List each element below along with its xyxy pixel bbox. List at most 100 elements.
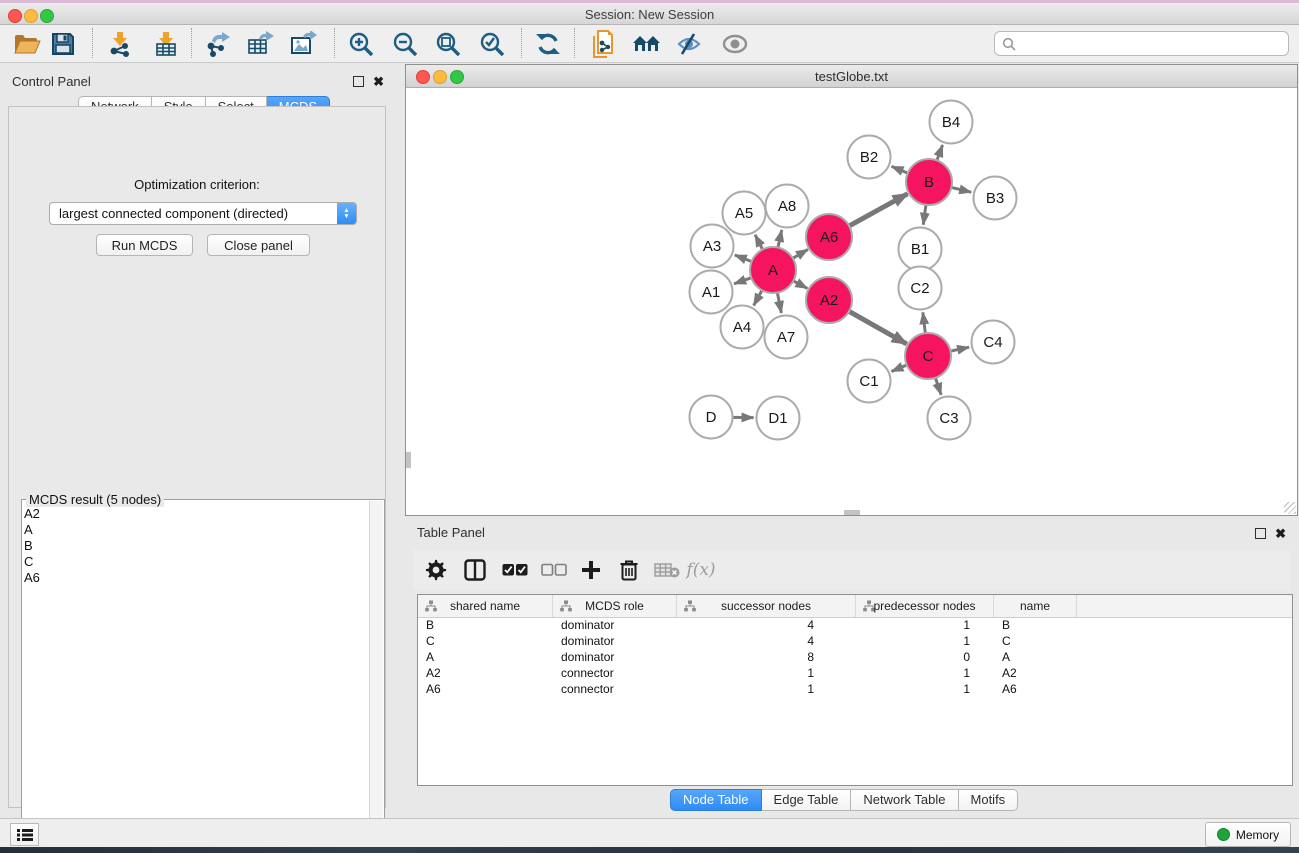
deselect-all-icon[interactable] — [538, 555, 570, 585]
result-list-item[interactable]: C — [24, 554, 40, 570]
split-columns-icon[interactable] — [459, 555, 491, 585]
graph-node-C[interactable]: C — [905, 333, 951, 379]
float-panel-icon[interactable] — [353, 74, 364, 92]
toolbar-separator — [521, 28, 522, 58]
node-table[interactable]: shared nameMCDS rolesuccessor nodesprede… — [417, 594, 1293, 786]
export-network-icon[interactable] — [201, 28, 235, 60]
zoom-fit-icon[interactable] — [431, 28, 465, 60]
graph-node-C3[interactable]: C3 — [928, 397, 971, 440]
close-panel-icon[interactable]: ✖ — [373, 73, 384, 91]
graph-node-B2[interactable]: B2 — [848, 136, 891, 179]
close-panel-button[interactable]: Close panel — [207, 234, 310, 256]
graph-edge-A-A4[interactable] — [754, 290, 763, 306]
hide-graphics-details-icon[interactable] — [673, 28, 707, 60]
graph-edge-A-A8[interactable] — [778, 230, 782, 248]
graph-edge-B-B4[interactable] — [937, 145, 943, 161]
import-network-icon[interactable] — [103, 28, 137, 60]
table-row[interactable]: Bdominator41B — [418, 617, 1292, 633]
result-list-item[interactable]: B — [24, 538, 40, 554]
graph-node-A3[interactable]: A3 — [691, 225, 734, 268]
zoom-selected-icon[interactable] — [475, 28, 509, 60]
graph-node-A4[interactable]: A4 — [721, 306, 764, 349]
export-image-icon[interactable] — [287, 28, 321, 60]
column-header-MCDS-role[interactable]: MCDS role — [553, 595, 677, 617]
column-header-shared-name[interactable]: shared name — [418, 595, 553, 617]
column-header-predecessor-nodes[interactable]: predecessor nodes — [856, 595, 994, 617]
graph-node-D[interactable]: D — [690, 396, 733, 439]
memory-button[interactable]: Memory — [1205, 822, 1291, 847]
graph-node-A2[interactable]: A2 — [806, 277, 852, 323]
mcds-result-list[interactable]: A2ABCA6 — [24, 506, 40, 586]
result-scrollbar[interactable] — [369, 501, 383, 839]
table-row[interactable]: Adominator80A — [418, 649, 1292, 665]
graph-edge-B-B1[interactable] — [923, 204, 926, 224]
task-history-button[interactable] — [10, 823, 39, 846]
graph-edge-A-A1[interactable] — [734, 278, 752, 284]
graph-edge-B-B2[interactable] — [892, 166, 909, 173]
gear-icon[interactable] — [420, 555, 452, 585]
graph-edge-A2-C[interactable] — [849, 311, 907, 344]
zoom-in-icon[interactable] — [344, 28, 378, 60]
show-all-networks-icon[interactable] — [630, 28, 664, 60]
tab-node-table[interactable]: Node Table — [670, 789, 762, 811]
graph-edge-A-A2[interactable] — [793, 281, 808, 289]
show-graphics-details-icon[interactable] — [718, 28, 752, 60]
window-resize-grip[interactable] — [1284, 502, 1296, 514]
graph-node-A8[interactable]: A8 — [766, 185, 809, 228]
graph-node-A[interactable]: A — [750, 247, 796, 293]
graph-edge-A-A7[interactable] — [777, 292, 781, 313]
new-network-from-selection-icon[interactable] — [586, 28, 620, 60]
graph-edge-A-A5[interactable] — [755, 235, 763, 250]
graph-node-A1[interactable]: A1 — [690, 271, 733, 314]
graph-edge-A6-B[interactable] — [849, 194, 908, 226]
refresh-icon[interactable] — [531, 28, 565, 60]
graph-node-D1[interactable]: D1 — [757, 397, 800, 440]
delete-icon[interactable] — [613, 555, 645, 585]
tab-motifs[interactable]: Motifs — [959, 789, 1019, 811]
network-graph[interactable]: B4 B2 B B3 A8A5 A6 A3 B1 A C2 A1 A2 A4A7 C4 C C1 C3 D D1 — [406, 88, 1297, 515]
graph-node-A6[interactable]: A6 — [806, 214, 852, 260]
import-table-icon[interactable] — [149, 28, 183, 60]
table-float-panel-icon[interactable] — [1255, 526, 1266, 544]
select-all-icon[interactable] — [499, 555, 531, 585]
result-list-item[interactable]: A6 — [24, 570, 40, 586]
graph-edge-B-B3[interactable] — [951, 187, 971, 192]
table-panel: Table Panel ✖ — [405, 520, 1298, 812]
search-field[interactable] — [994, 31, 1289, 56]
column-header-name[interactable]: name — [994, 595, 1077, 617]
table-close-panel-icon[interactable]: ✖ — [1275, 525, 1286, 543]
graph-node-B3[interactable]: B3 — [974, 177, 1017, 220]
save-session-icon[interactable] — [46, 28, 80, 60]
graph-node-B4[interactable]: B4 — [930, 101, 973, 144]
zoom-out-icon[interactable] — [388, 28, 422, 60]
graph-node-A7[interactable]: A7 — [765, 316, 808, 359]
graph-edge-A-A6[interactable] — [792, 249, 808, 258]
open-file-icon[interactable] — [10, 28, 44, 60]
tab-edge-table[interactable]: Edge Table — [762, 789, 852, 811]
criterion-dropdown[interactable]: largest connected component (directed) ▲… — [49, 202, 357, 225]
graph-node-B1[interactable]: B1 — [899, 228, 942, 271]
table-row[interactable]: Cdominator41C — [418, 633, 1292, 649]
network-canvas[interactable]: B4 B2 B B3 A8A5 A6 A3 B1 A C2 A1 A2 A4A7 C4 C C1 C3 D D1 — [406, 88, 1297, 515]
table-row[interactable]: A6connector11A6 — [418, 681, 1292, 697]
table-row[interactable]: A2connector11A2 — [418, 665, 1292, 681]
graph-node-C2[interactable]: C2 — [899, 267, 942, 310]
graph-edge-C-C4[interactable] — [950, 347, 969, 351]
graph-node-C4[interactable]: C4 — [972, 321, 1015, 364]
graph-edge-C-C1[interactable] — [892, 365, 908, 372]
graph-edge-C-C3[interactable] — [935, 377, 941, 394]
table-cell: A6 — [994, 682, 1077, 696]
search-input[interactable] — [1021, 36, 1288, 52]
result-list-item[interactable]: A — [24, 522, 40, 538]
result-list-item[interactable]: A2 — [24, 506, 40, 522]
graph-edge-A-A3[interactable] — [735, 255, 752, 262]
run-mcds-button[interactable]: Run MCDS — [96, 234, 193, 256]
graph-node-C1[interactable]: C1 — [848, 360, 891, 403]
tab-network-table[interactable]: Network Table — [851, 789, 958, 811]
graph-node-B[interactable]: B — [906, 159, 952, 205]
column-header-successor-nodes[interactable]: successor nodes — [677, 595, 856, 617]
graph-edge-C-C2[interactable] — [923, 312, 926, 333]
export-table-icon[interactable] — [244, 28, 278, 60]
add-column-icon[interactable] — [575, 555, 607, 585]
graph-node-A5[interactable]: A5 — [723, 192, 766, 235]
